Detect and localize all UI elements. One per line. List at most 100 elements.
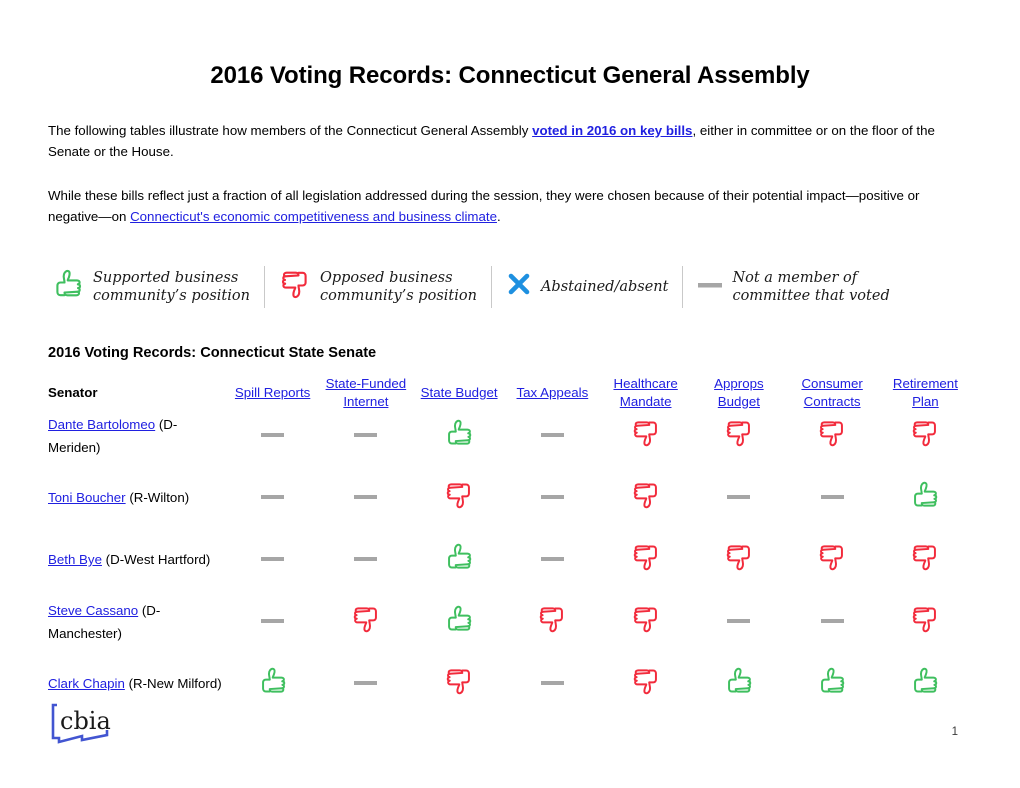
column-link-state-funded-internet[interactable]: State-Funded Internet: [326, 376, 407, 409]
intro-paragraph-1: The following tables illustrate how memb…: [48, 120, 972, 162]
vote-opposed-icon: [910, 603, 940, 640]
thumbs-down-icon: [279, 267, 311, 306]
senator-name-cell: Beth Bye (D-West Hartford): [48, 535, 226, 585]
table-row: Beth Bye (D-West Hartford): [48, 535, 972, 585]
vote-cell: [879, 535, 972, 585]
senator-affiliation: (R-Wilton): [125, 490, 190, 506]
vote-opposed-icon: [910, 541, 940, 578]
vote-cell: [506, 535, 599, 585]
vote-not-member-icon: [540, 674, 564, 692]
vote-opposed-icon: [724, 541, 754, 578]
table-header-row: Senator Spill Reports State-Funded Inter…: [48, 375, 972, 411]
vote-not-member-icon: [261, 488, 285, 506]
vote-not-member-icon: [820, 612, 844, 630]
senator-link[interactable]: Clark Chapin: [48, 676, 125, 691]
vote-opposed-icon: [631, 541, 661, 578]
column-link-state-budget[interactable]: State Budget: [421, 385, 498, 400]
dash-icon: [697, 278, 723, 296]
table-row: Dante Bartolomeo (D-Meriden): [48, 411, 972, 461]
column-link-consumer-contracts[interactable]: Consumer Contracts: [801, 376, 862, 409]
legend-item-opposed: Opposed business community’s position: [265, 263, 491, 311]
business-climate-link[interactable]: Connecticut's economic competitiveness a…: [130, 209, 497, 224]
key-bills-link[interactable]: voted in 2016 on key bills: [532, 123, 692, 138]
vote-opposed-icon: [817, 417, 847, 454]
legend-item-supported: Supported business community’s position: [48, 263, 264, 311]
column-link-approps-budget[interactable]: Approps Budget: [714, 376, 764, 409]
senator-affiliation: (R-New Milford): [124, 676, 222, 692]
section-heading: 2016 Voting Records: Connecticut State S…: [48, 344, 377, 361]
vote-cell: [786, 473, 879, 523]
vote-not-member-icon: [354, 674, 378, 692]
column-header-healthcare-mandate: Healthcare Mandate: [599, 375, 692, 411]
vote-not-member-icon: [540, 426, 564, 444]
column-link-retirement-plan[interactable]: Retirement Plan: [893, 376, 958, 409]
intro-p1-text-before: The following tables illustrate how memb…: [48, 122, 533, 138]
vote-cell: [226, 535, 319, 585]
vote-cell: [413, 535, 506, 585]
vote-opposed-icon: [444, 479, 474, 516]
vote-opposed-icon: [631, 603, 661, 640]
vote-supported-icon: [910, 479, 940, 516]
senator-link[interactable]: Steve Cassano: [48, 603, 138, 618]
vote-opposed-icon: [631, 479, 661, 516]
vote-cell: [692, 597, 785, 647]
legend-item-abstained: Abstained/absent: [492, 263, 683, 311]
senator-name-cell: Toni Boucher (R-Wilton): [48, 473, 226, 523]
vote-opposed-icon: [631, 417, 661, 454]
vote-cell: [413, 473, 506, 523]
table-row: Toni Boucher (R-Wilton): [48, 473, 972, 523]
vote-opposed-icon: [910, 417, 940, 454]
table-row: Steve Cassano (D-Manchester): [48, 597, 972, 647]
page-number: 1: [951, 726, 958, 738]
legend-label-not-member: Not a member of committee that voted: [732, 269, 890, 304]
vote-cell: [786, 597, 879, 647]
vote-cell: [599, 535, 692, 585]
senator-link[interactable]: Beth Bye: [48, 552, 102, 567]
vote-cell: [319, 597, 412, 647]
column-header-senator: Senator: [48, 385, 98, 401]
vote-cell: [319, 411, 412, 461]
cbia-logo: cbia: [48, 702, 114, 753]
vote-cell: [506, 473, 599, 523]
vote-cell: [786, 411, 879, 461]
table-row-spacer: [48, 461, 972, 473]
vote-cell: [786, 535, 879, 585]
legend-item-not-member: Not a member of committee that voted: [683, 263, 903, 311]
vote-cell: [599, 597, 692, 647]
vote-cell: [692, 411, 785, 461]
vote-cell: [506, 411, 599, 461]
column-link-tax-appeals[interactable]: Tax Appeals: [517, 385, 589, 400]
column-header-spill-reports: Spill Reports: [226, 375, 319, 411]
vote-opposed-icon: [537, 603, 567, 640]
column-header-consumer-contracts: Consumer Contracts: [786, 375, 879, 411]
x-mark-icon: [506, 271, 532, 302]
legend-label-abstained: Abstained/absent: [540, 278, 669, 295]
page-footer: cbia 1: [0, 696, 1020, 788]
column-header-approps-budget: Approps Budget: [692, 375, 785, 411]
vote-cell: [692, 473, 785, 523]
vote-supported-icon: [444, 603, 474, 640]
vote-supported-icon: [444, 417, 474, 454]
vote-cell: [599, 411, 692, 461]
svg-text:cbia: cbia: [60, 707, 111, 735]
senator-link[interactable]: Toni Boucher: [48, 490, 126, 505]
senator-affiliation: (D-West Hartford): [101, 552, 211, 568]
column-link-healthcare-mandate[interactable]: Healthcare Mandate: [613, 376, 677, 409]
senator-name-cell: Steve Cassano (D-Manchester): [48, 597, 226, 647]
vote-opposed-icon: [724, 417, 754, 454]
page-title: 2016 Voting Records: Connecticut General…: [210, 62, 810, 89]
column-header-retirement-plan: Retirement Plan: [879, 375, 972, 411]
vote-cell: [319, 535, 412, 585]
vote-cell: [692, 535, 785, 585]
vote-cell: [226, 597, 319, 647]
vote-not-member-icon: [540, 550, 564, 568]
column-header-state-funded-internet: State-Funded Internet: [319, 375, 412, 411]
column-link-spill-reports[interactable]: Spill Reports: [235, 385, 310, 400]
vote-not-member-icon: [261, 426, 285, 444]
senator-name-cell: Dante Bartolomeo (D-Meriden): [48, 411, 226, 461]
intro-paragraph-2: While these bills reflect just a fractio…: [48, 185, 972, 227]
vote-not-member-icon: [354, 488, 378, 506]
table-row-spacer: [48, 647, 972, 659]
senator-link[interactable]: Dante Bartolomeo: [48, 417, 155, 432]
table-row-spacer: [48, 585, 972, 597]
